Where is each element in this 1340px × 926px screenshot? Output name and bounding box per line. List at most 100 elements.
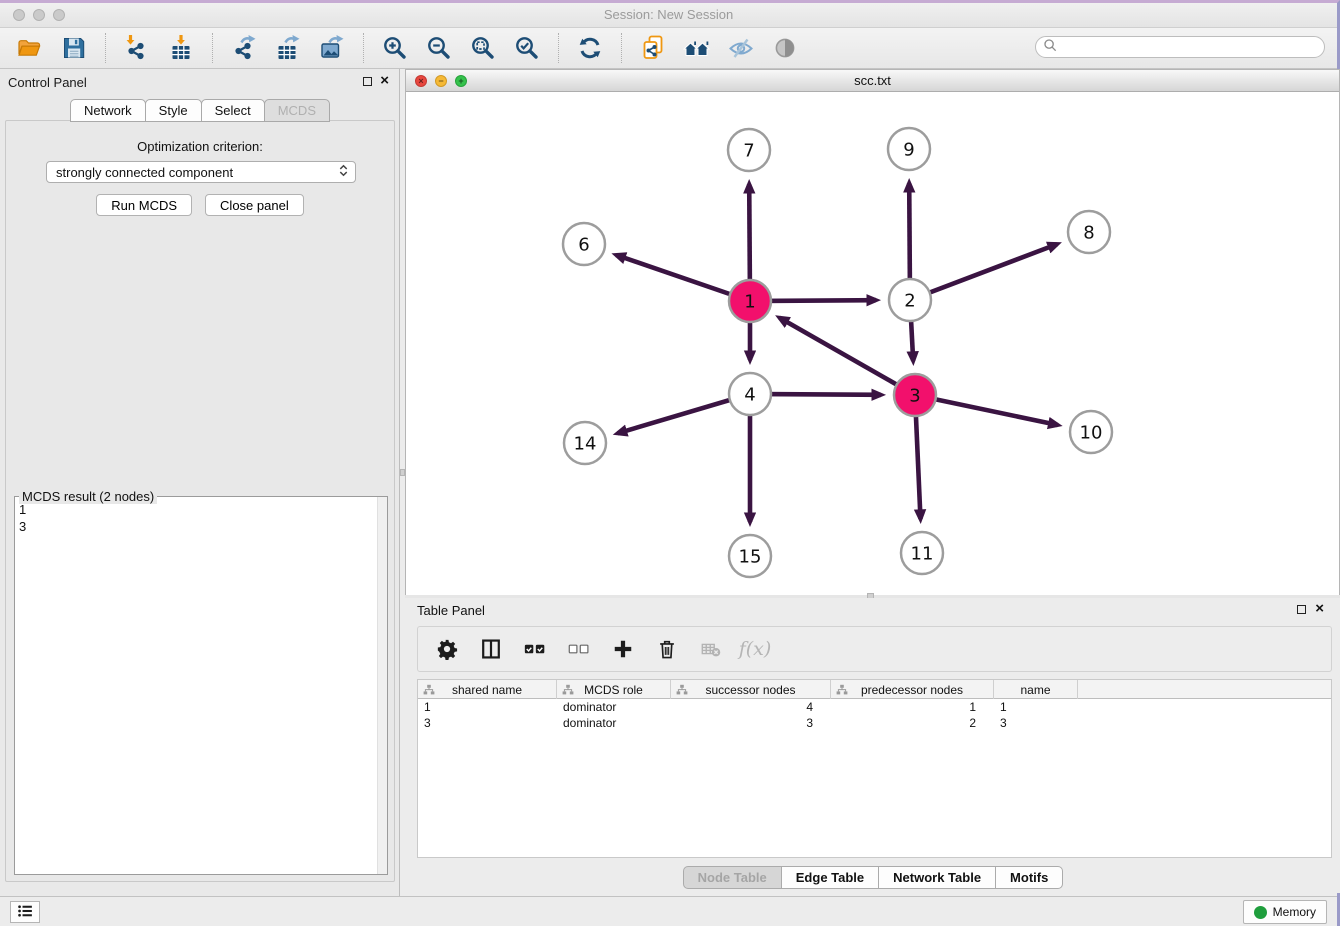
export-network-icon[interactable] <box>229 33 259 63</box>
column-header-predecessor-nodes[interactable]: predecessor nodes <box>831 680 994 699</box>
network-graph[interactable]: 7 9 6 8 1 2 4 3 14 10 15 11 <box>406 92 1339 595</box>
run-mcds-button[interactable]: Run MCDS <box>96 194 192 216</box>
close-panel-icon[interactable]: × <box>380 76 389 86</box>
table-cell[interactable]: 1 <box>994 699 1078 715</box>
edge-2-8[interactable] <box>910 244 1057 300</box>
export-image-icon[interactable] <box>317 33 347 63</box>
close-table-panel-icon[interactable]: × <box>1315 604 1324 614</box>
gear-icon[interactable] <box>434 636 460 662</box>
table-header-row: shared nameMCDS rolesuccessor nodesprede… <box>418 680 1331 699</box>
add-column-icon[interactable] <box>610 636 636 662</box>
table-row[interactable]: 1dominator411 <box>418 699 1331 715</box>
toolbar-separator <box>105 33 106 63</box>
table-row[interactable]: 3dominator323 <box>418 715 1331 731</box>
control-panel-tabs: NetworkStyleSelectMCDS <box>0 99 399 122</box>
import-network-icon[interactable] <box>122 33 152 63</box>
open-session-icon[interactable] <box>15 33 45 63</box>
table-panel-title: Table Panel <box>417 603 485 618</box>
graph-node-2[interactable]: 2 <box>889 279 931 321</box>
select-all-icon[interactable] <box>522 636 548 662</box>
tab-network[interactable]: Network <box>70 99 146 122</box>
result-scrollbar[interactable] <box>377 497 387 874</box>
network-canvas[interactable]: 7 9 6 8 1 2 4 3 14 10 15 11 <box>406 92 1339 595</box>
graph-node-1[interactable]: 1 <box>729 280 771 322</box>
float-panel-icon[interactable] <box>363 77 372 86</box>
clone-network-icon[interactable] <box>638 33 668 63</box>
task-history-button[interactable] <box>10 901 40 923</box>
delete-table-icon <box>698 636 724 662</box>
svg-text:3: 3 <box>909 385 920 406</box>
zoom-selected-icon[interactable] <box>512 33 542 63</box>
column-header-name[interactable]: name <box>994 680 1078 699</box>
selected-criterion: strongly connected component <box>56 165 338 180</box>
memory-label: Memory <box>1273 905 1316 919</box>
table-cell[interactable]: 3 <box>994 715 1078 731</box>
tab-style[interactable]: Style <box>145 99 202 122</box>
graph-node-15[interactable]: 15 <box>729 535 771 577</box>
show-panel-icon[interactable] <box>770 33 800 63</box>
table-cell[interactable]: dominator <box>557 699 671 715</box>
tab-network-table[interactable]: Network Table <box>878 866 996 889</box>
toolbar-separator <box>363 33 364 63</box>
mcds-result-text[interactable]: 1 3 <box>15 498 377 874</box>
column-header-MCDS-role[interactable]: MCDS role <box>557 680 671 699</box>
graph-node-7[interactable]: 7 <box>728 129 770 171</box>
svg-text:6: 6 <box>578 234 589 255</box>
graph-node-14[interactable]: 14 <box>564 422 606 464</box>
tab-node-table[interactable]: Node Table <box>683 866 782 889</box>
export-table-icon[interactable] <box>273 33 303 63</box>
svg-text:7: 7 <box>743 140 754 161</box>
table-cell[interactable]: 3 <box>418 715 557 731</box>
table-cell[interactable]: 4 <box>671 699 831 715</box>
status-bar: Memory <box>0 896 1337 926</box>
search-field[interactable] <box>1035 36 1325 58</box>
main-toolbar <box>0 28 1337 69</box>
toolbar-separator <box>212 33 213 63</box>
tab-select[interactable]: Select <box>201 99 265 122</box>
table-cell[interactable]: 2 <box>831 715 994 731</box>
vertical-splitter-handle[interactable] <box>400 469 405 476</box>
graph-node-6[interactable]: 6 <box>563 223 605 265</box>
close-panel-button[interactable]: Close panel <box>205 194 304 216</box>
table-cell[interactable]: 1 <box>418 699 557 715</box>
delete-column-icon[interactable] <box>654 636 680 662</box>
optimization-criterion-label: Optimization criterion: <box>6 139 394 154</box>
zoom-out-icon[interactable] <box>424 33 454 63</box>
optimization-criterion-select[interactable]: strongly connected component <box>46 161 356 183</box>
zoom-in-icon[interactable] <box>380 33 410 63</box>
save-session-icon[interactable] <box>59 33 89 63</box>
table-cell[interactable]: 1 <box>831 699 994 715</box>
hide-panel-icon[interactable] <box>726 33 756 63</box>
float-table-panel-icon[interactable] <box>1297 605 1306 614</box>
table-body: 1dominator4113dominator323 <box>418 699 1331 857</box>
graph-node-8[interactable]: 8 <box>1068 211 1110 253</box>
import-table-icon[interactable] <box>166 33 196 63</box>
column-header-successor-nodes[interactable]: successor nodes <box>671 680 831 699</box>
zoom-fit-icon[interactable] <box>468 33 498 63</box>
refresh-icon[interactable] <box>575 33 605 63</box>
tab-motifs[interactable]: Motifs <box>995 866 1063 889</box>
memory-button[interactable]: Memory <box>1243 900 1327 924</box>
graph-node-10[interactable]: 10 <box>1070 411 1112 453</box>
deselect-all-icon[interactable] <box>566 636 592 662</box>
svg-text:2: 2 <box>904 290 915 311</box>
search-input[interactable] <box>1058 38 1324 56</box>
node-table: shared nameMCDS rolesuccessor nodesprede… <box>417 679 1332 858</box>
table-cell[interactable]: 3 <box>671 715 831 731</box>
home-icon[interactable] <box>682 33 712 63</box>
toolbar-separator <box>558 33 559 63</box>
toolbar-separator <box>621 33 622 63</box>
network-window-title: scc.txt <box>406 73 1339 88</box>
graph-node-9[interactable]: 9 <box>888 128 930 170</box>
table-tabs: Node TableEdge TableNetwork TableMotifs <box>405 866 1340 889</box>
edge-3-1[interactable] <box>780 318 916 395</box>
graph-node-11[interactable]: 11 <box>901 532 943 574</box>
column-header-shared-name[interactable]: shared name <box>418 680 557 699</box>
network-window-titlebar[interactable]: × − + scc.txt <box>406 70 1339 92</box>
table-cell[interactable]: dominator <box>557 715 671 731</box>
split-columns-icon[interactable] <box>478 636 504 662</box>
tab-edge-table[interactable]: Edge Table <box>781 866 879 889</box>
graph-node-4[interactable]: 4 <box>729 373 771 415</box>
graph-node-3[interactable]: 3 <box>894 374 936 416</box>
tab-mcds[interactable]: MCDS <box>264 99 330 122</box>
